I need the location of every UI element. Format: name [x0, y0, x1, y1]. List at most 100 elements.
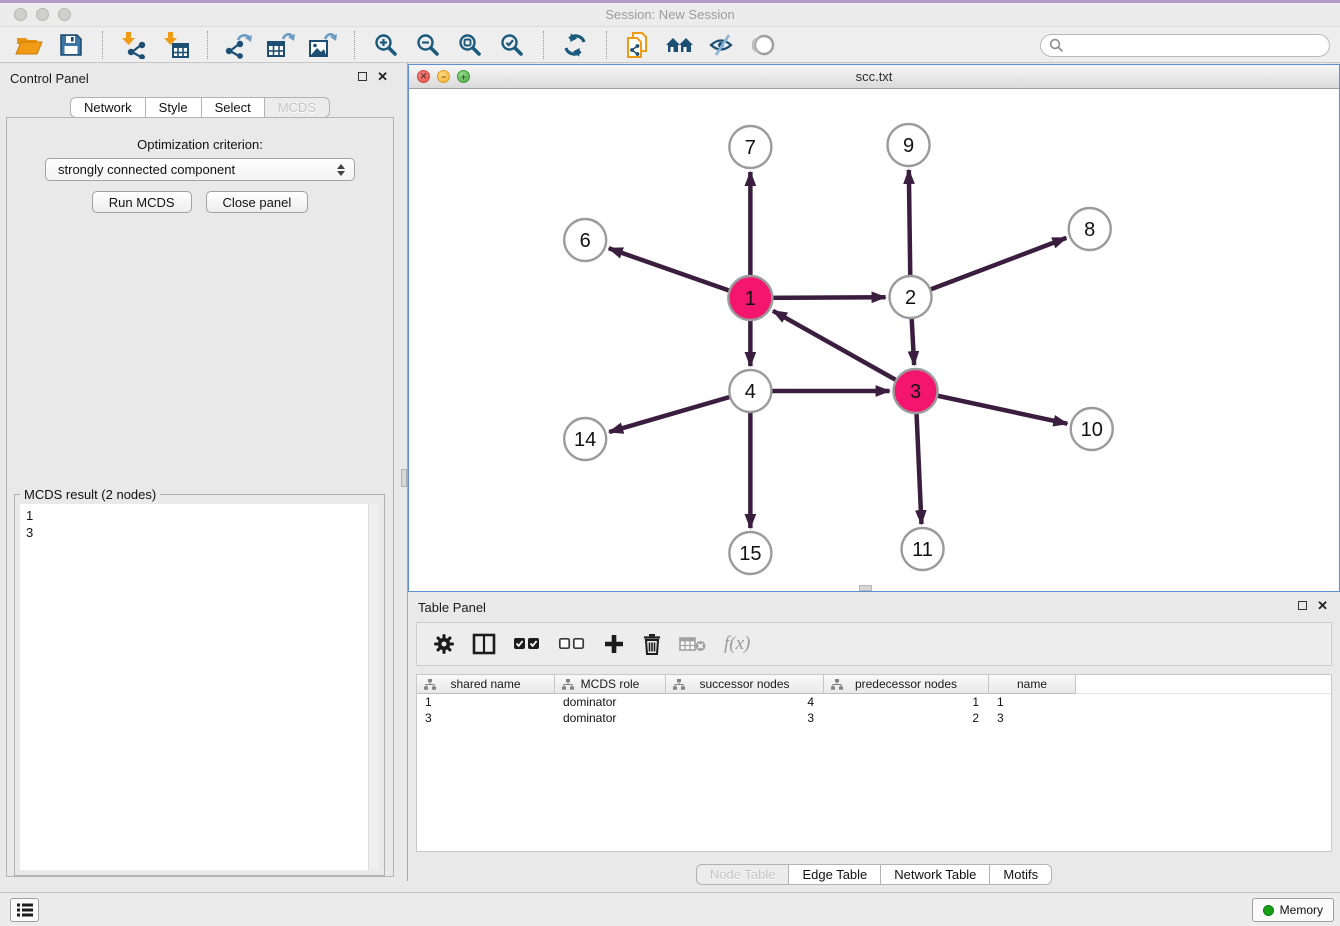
memory-label: Memory — [1280, 903, 1323, 917]
cell-predecessor-nodes: 1 — [824, 694, 989, 710]
criterion-value: strongly connected component — [46, 162, 337, 177]
cell-shared-name: 3 — [417, 710, 555, 726]
houses-icon[interactable] — [664, 30, 696, 60]
network-window-titlebar[interactable]: ✕ − + scc.txt — [409, 65, 1339, 89]
zoom-in-icon[interactable] — [370, 30, 402, 60]
control-panel-tabs: NetworkStyleSelectMCDS — [0, 97, 400, 118]
table-panel-title: Table Panel — [418, 600, 486, 615]
column-label: successor nodes — [699, 677, 789, 691]
tab-mcds[interactable]: MCDS — [265, 97, 330, 118]
export-image-icon[interactable] — [307, 30, 339, 60]
table-panel: Table Panel ✕ f(x) shared nameMCDS roles… — [408, 592, 1340, 886]
delete-table-icon — [679, 635, 707, 653]
tab-select[interactable]: Select — [202, 97, 265, 118]
clone-network-icon[interactable] — [622, 30, 654, 60]
toolbar-separator — [207, 31, 208, 59]
result-line: 3 — [26, 524, 33, 541]
panel-splitter[interactable] — [400, 63, 408, 881]
network-graph[interactable]: 7968124314101511 — [409, 90, 1339, 591]
cell-shared-name: 1 — [417, 694, 555, 710]
column-header-MCDS-role[interactable]: MCDS role — [555, 675, 666, 694]
network-canvas[interactable]: 7968124314101511 — [409, 90, 1339, 591]
cell-MCDS-role: dominator — [555, 710, 666, 726]
memory-button[interactable]: Memory — [1252, 898, 1334, 922]
column-header-predecessor-nodes[interactable]: predecessor nodes — [824, 675, 989, 694]
zoom-fit-icon[interactable] — [454, 30, 486, 60]
close-panel-button[interactable]: Close panel — [206, 191, 309, 213]
deselect-all-icon[interactable] — [558, 637, 586, 651]
tab-node-table[interactable]: Node Table — [696, 864, 790, 885]
column-header-name[interactable]: name — [989, 675, 1076, 694]
tab-motifs[interactable]: Motifs — [990, 864, 1052, 885]
float-panel-icon[interactable] — [358, 72, 367, 81]
column-label: MCDS role — [581, 677, 640, 691]
network-title: scc.txt — [409, 69, 1339, 84]
trash-icon[interactable] — [642, 633, 662, 655]
select-all-icon[interactable] — [513, 637, 541, 651]
tab-edge-table[interactable]: Edge Table — [789, 864, 881, 885]
eye-slash-icon[interactable] — [706, 30, 738, 60]
column-header-shared-name[interactable]: shared name — [417, 675, 555, 694]
column-label: shared name — [450, 677, 520, 691]
criterion-select[interactable]: strongly connected component — [45, 158, 355, 181]
tab-style[interactable]: Style — [146, 97, 202, 118]
graph-node-label: 15 — [739, 543, 761, 565]
result-line: 1 — [26, 507, 33, 524]
node-table: shared name MCDS role successor nodes prede… — [416, 674, 1332, 852]
graph-edge-3-10[interactable] — [916, 391, 1068, 424]
window-title: Session: New Session — [0, 7, 1340, 22]
graph-node-label: 1 — [745, 288, 756, 310]
close-panel-icon[interactable]: ✕ — [377, 71, 388, 82]
gear-icon[interactable] — [433, 633, 455, 655]
add-icon[interactable] — [603, 633, 625, 655]
graph-node-label: 3 — [910, 381, 921, 403]
graph-node-label: 9 — [903, 135, 914, 157]
mcds-result-area[interactable]: 13 — [20, 504, 379, 870]
cell-predecessor-nodes: 2 — [824, 710, 989, 726]
table-row[interactable]: 3dominator323 — [417, 710, 1331, 726]
open-folder-icon[interactable] — [13, 30, 45, 60]
table-body: 1dominator4113dominator323 — [417, 694, 1331, 726]
frame-resize-grip[interactable] — [859, 585, 872, 591]
float-table-panel-icon[interactable] — [1298, 601, 1307, 610]
header-filler — [1076, 675, 1331, 694]
graph-edge-2-8[interactable] — [911, 238, 1067, 297]
import-network-icon[interactable] — [118, 30, 150, 60]
mcds-result-lines: 13 — [26, 507, 33, 541]
zoom-selected-icon[interactable] — [496, 30, 528, 60]
task-history-button[interactable] — [10, 898, 39, 922]
graph-node-label: 2 — [905, 287, 916, 309]
table-row[interactable]: 1dominator411 — [417, 694, 1331, 710]
control-panel-title: Control Panel — [10, 71, 89, 86]
export-table-icon[interactable] — [265, 30, 297, 60]
search-field — [1040, 34, 1330, 57]
import-table-icon[interactable] — [160, 30, 192, 60]
save-floppy-icon[interactable] — [55, 30, 87, 60]
column-header-successor-nodes[interactable]: successor nodes — [666, 675, 824, 694]
apply-layout-icon[interactable] — [559, 30, 591, 60]
search-input[interactable] — [1040, 34, 1330, 57]
mcds-result-title: MCDS result (2 nodes) — [20, 487, 160, 502]
show-columns-icon[interactable] — [472, 633, 496, 655]
graph-node-label: 4 — [745, 381, 756, 403]
function-builder-icon: f(x) — [724, 633, 750, 655]
toolbar-separator — [606, 31, 607, 59]
graph-node-label: 8 — [1084, 219, 1095, 241]
splitter-grip[interactable] — [401, 469, 407, 487]
cell-name: 1 — [989, 694, 1076, 710]
run-mcds-button[interactable]: Run MCDS — [92, 191, 192, 213]
table-tabs: Node TableEdge TableNetwork TableMotifs — [408, 864, 1340, 885]
export-network-icon[interactable] — [223, 30, 255, 60]
zoom-out-icon[interactable] — [412, 30, 444, 60]
graph-edge-3-1[interactable] — [773, 311, 916, 391]
app-titlebar: Session: New Session — [0, 3, 1340, 27]
cell-MCDS-role: dominator — [555, 694, 666, 710]
tab-network[interactable]: Network — [70, 97, 146, 118]
close-table-panel-icon[interactable]: ✕ — [1317, 600, 1328, 611]
search-icon — [1049, 38, 1064, 53]
tab-network-table[interactable]: Network Table — [881, 864, 990, 885]
toolbar-separator — [354, 31, 355, 59]
cell-successor-nodes: 4 — [666, 694, 824, 710]
sphere-icon[interactable] — [748, 30, 780, 60]
result-scrollbar[interactable] — [368, 504, 379, 870]
